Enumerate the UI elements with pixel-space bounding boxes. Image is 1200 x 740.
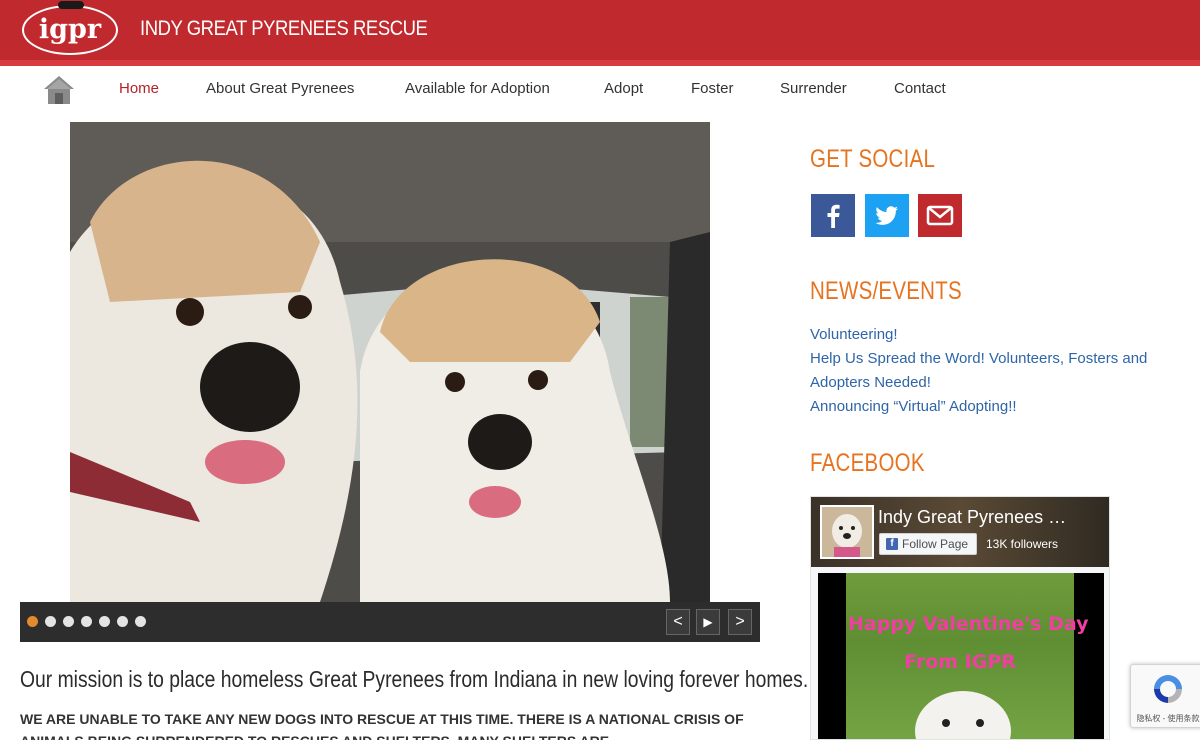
nav-item-about-great-pyrenees[interactable]: About Great Pyrenees [206, 80, 354, 97]
slider-dot[interactable] [45, 616, 56, 627]
slider-dot[interactable] [63, 616, 74, 627]
fb-followers-count: 13K followers [986, 537, 1059, 551]
video-caption-line2: From IGPR [904, 651, 1016, 673]
slider-dot[interactable] [27, 616, 38, 627]
mission-statement: Our mission is to place homeless Great P… [20, 666, 809, 692]
slider-play-button[interactable]: ▶ [696, 609, 720, 635]
slider-image[interactable] [70, 122, 710, 602]
slider-dot[interactable] [81, 616, 92, 627]
slider-dot[interactable] [117, 616, 128, 627]
twitter-icon [875, 206, 898, 225]
main-nav: Home About Great Pyrenees Available for … [0, 66, 1200, 112]
nav-item-adopt[interactable]: Adopt [604, 80, 643, 97]
slider-prev-button[interactable]: < [666, 609, 690, 635]
recaptcha-footer[interactable]: 隐私权 - 使用条款 [1133, 713, 1200, 724]
nav-item-available-for-adoption[interactable]: Available for Adoption [405, 80, 550, 97]
news-link-spread-the-word-cont[interactable]: Adopters Needed! [810, 374, 931, 391]
logo-text: igpr [38, 14, 102, 45]
facebook-heading: FACEBOOK [810, 449, 925, 477]
site-title[interactable]: INDY GREAT PYRENEES RESCUE [140, 17, 428, 41]
fb-follow-button[interactable]: f Follow Page [879, 533, 977, 555]
nav-item-foster[interactable]: Foster [691, 80, 734, 97]
video-caption-line1: Happy Valentine's Day [848, 613, 1089, 635]
email-button[interactable] [918, 194, 962, 237]
dogs-photo [70, 122, 710, 602]
facebook-page-widget: Indy Great Pyrenees … f Follow Page 13K … [810, 496, 1110, 740]
fb-video-post[interactable]: Happy Valentine's Day From IGPR [818, 573, 1104, 739]
facebook-button[interactable] [811, 194, 855, 237]
slider-dot[interactable] [135, 616, 146, 627]
facebook-small-icon: f [886, 538, 898, 550]
get-social-heading: GET SOCIAL [810, 145, 936, 173]
site-logo[interactable]: igpr [22, 1, 118, 55]
news-link-volunteering[interactable]: Volunteering! [810, 326, 898, 343]
nav-item-surrender[interactable]: Surrender [780, 80, 847, 97]
email-icon [926, 205, 954, 226]
recaptcha-icon [1154, 675, 1182, 703]
news-link-spread-the-word[interactable]: Help Us Spread the Word! Volunteers, Fos… [810, 350, 1147, 367]
fb-page-name[interactable]: Indy Great Pyrenees … [878, 507, 1066, 528]
news-events-heading: NEWS/EVENTS [810, 277, 962, 305]
facebook-icon [827, 204, 840, 228]
news-link-virtual-adopting[interactable]: Announcing “Virtual” Adopting!! [810, 398, 1017, 415]
recaptcha-badge[interactable]: 隐私权 - 使用条款 [1130, 664, 1200, 728]
slider-controls: < ▶ > [20, 602, 760, 642]
bone-icon [58, 1, 84, 9]
fb-page-avatar[interactable] [820, 505, 874, 559]
nav-item-contact[interactable]: Contact [894, 80, 946, 97]
slider-next-button[interactable]: > [728, 609, 752, 635]
rescue-notice: WE ARE UNABLE TO TAKE ANY NEW DOGS INTO … [20, 711, 744, 740]
slider-dot[interactable] [99, 616, 110, 627]
nav-item-home[interactable]: Home [119, 80, 159, 97]
dog-avatar-icon [822, 507, 872, 557]
twitter-button[interactable] [865, 194, 909, 237]
fb-follow-label: Follow Page [902, 537, 969, 551]
dog-face-image [915, 691, 1011, 739]
home-icon[interactable] [42, 74, 76, 106]
